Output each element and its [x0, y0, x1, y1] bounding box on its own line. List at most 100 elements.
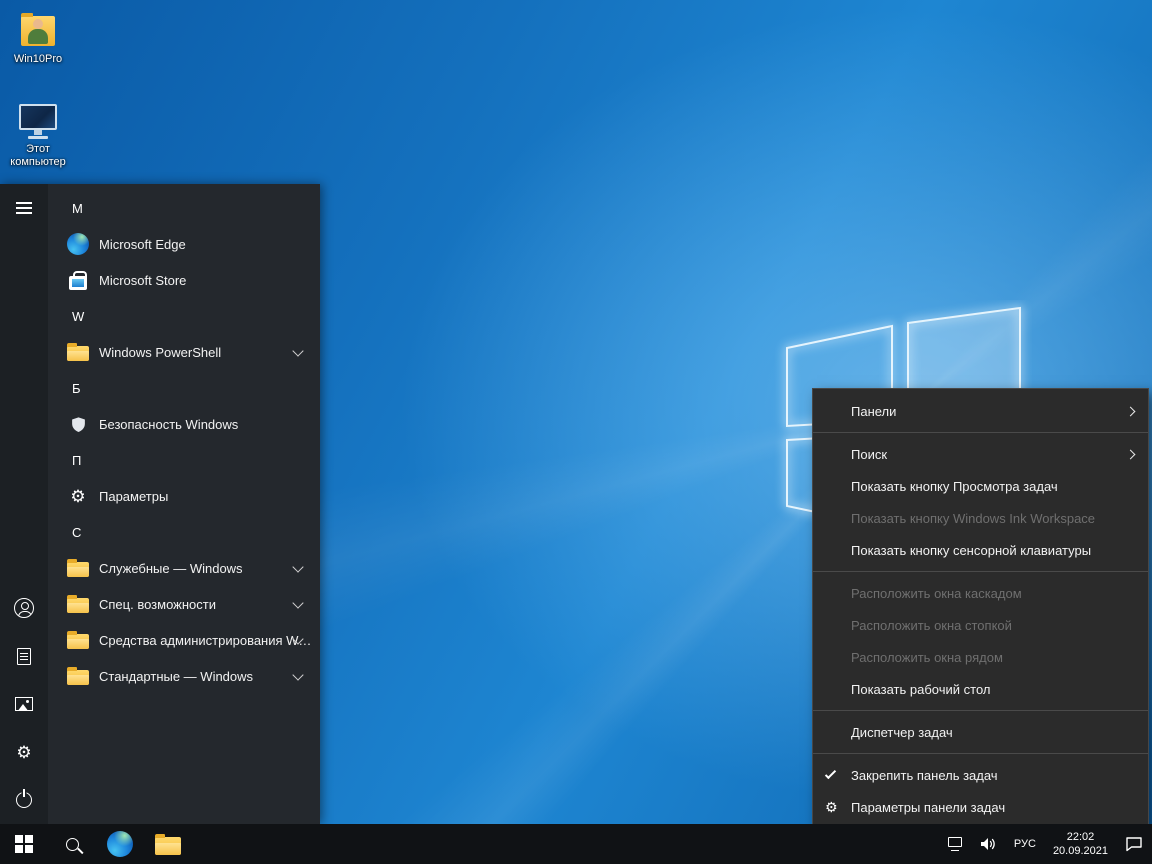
search-icon — [66, 838, 79, 851]
section-letter-w[interactable]: W — [48, 298, 320, 334]
menu-item-label: Параметры панели задач — [851, 800, 1005, 815]
chevron-down-icon[interactable] — [292, 561, 303, 572]
time-label: 22:02 — [1067, 830, 1095, 844]
start-menu: ⚙ М Microsoft Edge Microsoft Store W Win… — [0, 184, 320, 824]
chevron-down-icon[interactable] — [292, 597, 303, 608]
menu-item-label: Расположить окна стопкой — [851, 618, 1012, 633]
section-letter-b[interactable]: Б — [48, 370, 320, 406]
app-label: Параметры — [99, 489, 168, 504]
file-explorer-icon — [155, 837, 181, 855]
start-menu-rail: ⚙ — [0, 184, 48, 824]
app-item-microsoft-store[interactable]: Microsoft Store — [48, 262, 320, 298]
menu-item-label: Поиск — [851, 447, 887, 462]
app-item-settings[interactable]: ⚙ Параметры — [48, 478, 320, 514]
letter-label: М — [72, 201, 83, 216]
menu-separator — [813, 571, 1148, 572]
start-button[interactable] — [0, 824, 48, 864]
gear-icon: ⚙ — [66, 488, 90, 505]
user-icon — [14, 598, 34, 618]
date-label: 20.09.2021 — [1053, 844, 1108, 858]
edge-icon — [107, 831, 133, 857]
menu-item-show-desktop[interactable]: Показать рабочий стол — [813, 673, 1148, 705]
letter-label: П — [72, 453, 81, 468]
menu-item-toolbars[interactable]: Панели — [813, 395, 1148, 427]
menu-item-task-manager[interactable]: Диспетчер задач — [813, 716, 1148, 748]
menu-item-label: Панели — [851, 404, 896, 419]
folder-icon — [66, 343, 90, 361]
letter-label: Б — [72, 381, 81, 396]
chevron-right-icon — [1126, 406, 1136, 416]
desktop-icon-label: Win10Pro — [14, 53, 62, 66]
start-menu-rail-bottom: ⚙ — [0, 584, 48, 824]
app-label: Microsoft Store — [99, 273, 186, 288]
taskbar: РУС 22:02 20.09.2021 — [0, 824, 1152, 864]
pictures-button[interactable] — [0, 680, 48, 728]
computer-monitor-icon — [16, 104, 60, 140]
app-label: Безопасность Windows — [99, 417, 238, 432]
documents-button[interactable] — [0, 632, 48, 680]
app-group-admin-tools[interactable]: Средства администрирования W… — [48, 622, 320, 658]
desktop-icon-this-pc[interactable]: Этот компьютер — [1, 104, 75, 169]
app-item-microsoft-edge[interactable]: Microsoft Edge — [48, 226, 320, 262]
menu-item-show-task-view[interactable]: Показать кнопку Просмотра задач — [813, 470, 1148, 502]
app-label: Microsoft Edge — [99, 237, 186, 252]
desktop-icon-label: Этот компьютер — [1, 143, 75, 169]
volume-tray-button[interactable] — [971, 824, 1005, 864]
menu-item-label: Показать кнопку сенсорной клавиатуры — [851, 543, 1091, 558]
language-label: РУС — [1014, 838, 1036, 850]
speaker-icon — [980, 837, 996, 851]
menu-separator — [813, 753, 1148, 754]
section-letter-p[interactable]: П — [48, 442, 320, 478]
desktop-icon-win10pro[interactable]: Win10Pro — [1, 10, 75, 66]
taskbar-edge-button[interactable] — [96, 824, 144, 864]
app-group-windows-powershell[interactable]: Windows PowerShell — [48, 334, 320, 370]
power-button[interactable] — [0, 776, 48, 824]
gear-icon: ⚙ — [16, 744, 31, 761]
taskbar-search-button[interactable] — [48, 824, 96, 864]
folder-icon — [66, 559, 90, 577]
menu-item-label: Диспетчер задач — [851, 725, 953, 740]
language-indicator[interactable]: РУС — [1005, 824, 1045, 864]
network-tray-button[interactable] — [939, 824, 971, 864]
menu-item-cascade-windows: Расположить окна каскадом — [813, 577, 1148, 609]
menu-item-label: Показать кнопку Windows Ink Workspace — [851, 511, 1095, 526]
store-icon — [66, 271, 90, 290]
windows-logo-icon — [15, 835, 33, 853]
menu-item-taskbar-settings[interactable]: ⚙ Параметры панели задач — [813, 791, 1148, 823]
menu-item-label: Расположить окна каскадом — [851, 586, 1022, 601]
taskbar-clock[interactable]: 22:02 20.09.2021 — [1045, 830, 1116, 858]
menu-item-label: Показать рабочий стол — [851, 682, 990, 697]
taskbar-context-menu: Панели Поиск Показать кнопку Просмотра з… — [812, 388, 1149, 830]
menu-item-label: Показать кнопку Просмотра задач — [851, 479, 1058, 494]
settings-button[interactable]: ⚙ — [0, 728, 48, 776]
menu-separator — [813, 710, 1148, 711]
taskbar-file-explorer-button[interactable] — [144, 824, 192, 864]
app-group-windows-accessories[interactable]: Стандартные — Windows — [48, 658, 320, 694]
action-center-button[interactable] — [1116, 824, 1152, 864]
hamburger-icon — [16, 202, 32, 214]
app-label: Спец. возможности — [99, 597, 216, 612]
action-center-icon — [1125, 836, 1143, 852]
app-group-accessibility[interactable]: Спец. возможности — [48, 586, 320, 622]
power-icon — [16, 792, 32, 808]
edge-icon — [66, 233, 90, 255]
expand-menu-button[interactable] — [0, 184, 48, 232]
chevron-down-icon[interactable] — [292, 345, 303, 356]
user-folder-icon — [18, 10, 58, 50]
app-label: Стандартные — Windows — [99, 669, 253, 684]
menu-item-show-touch-keyboard[interactable]: Показать кнопку сенсорной клавиатуры — [813, 534, 1148, 566]
section-letter-s[interactable]: С — [48, 514, 320, 550]
menu-item-search[interactable]: Поиск — [813, 438, 1148, 470]
app-item-windows-security[interactable]: Безопасность Windows — [48, 406, 320, 442]
menu-item-lock-taskbar[interactable]: Закрепить панель задач — [813, 759, 1148, 791]
section-letter-m[interactable]: М — [48, 190, 320, 226]
app-label: Служебные — Windows — [99, 561, 243, 576]
user-account-button[interactable] — [0, 584, 48, 632]
document-icon — [17, 648, 31, 665]
check-icon — [825, 768, 836, 779]
chevron-down-icon[interactable] — [292, 669, 303, 680]
app-group-windows-system[interactable]: Служебные — Windows — [48, 550, 320, 586]
network-icon — [948, 837, 962, 847]
letter-label: С — [72, 525, 81, 540]
folder-icon — [66, 631, 90, 649]
